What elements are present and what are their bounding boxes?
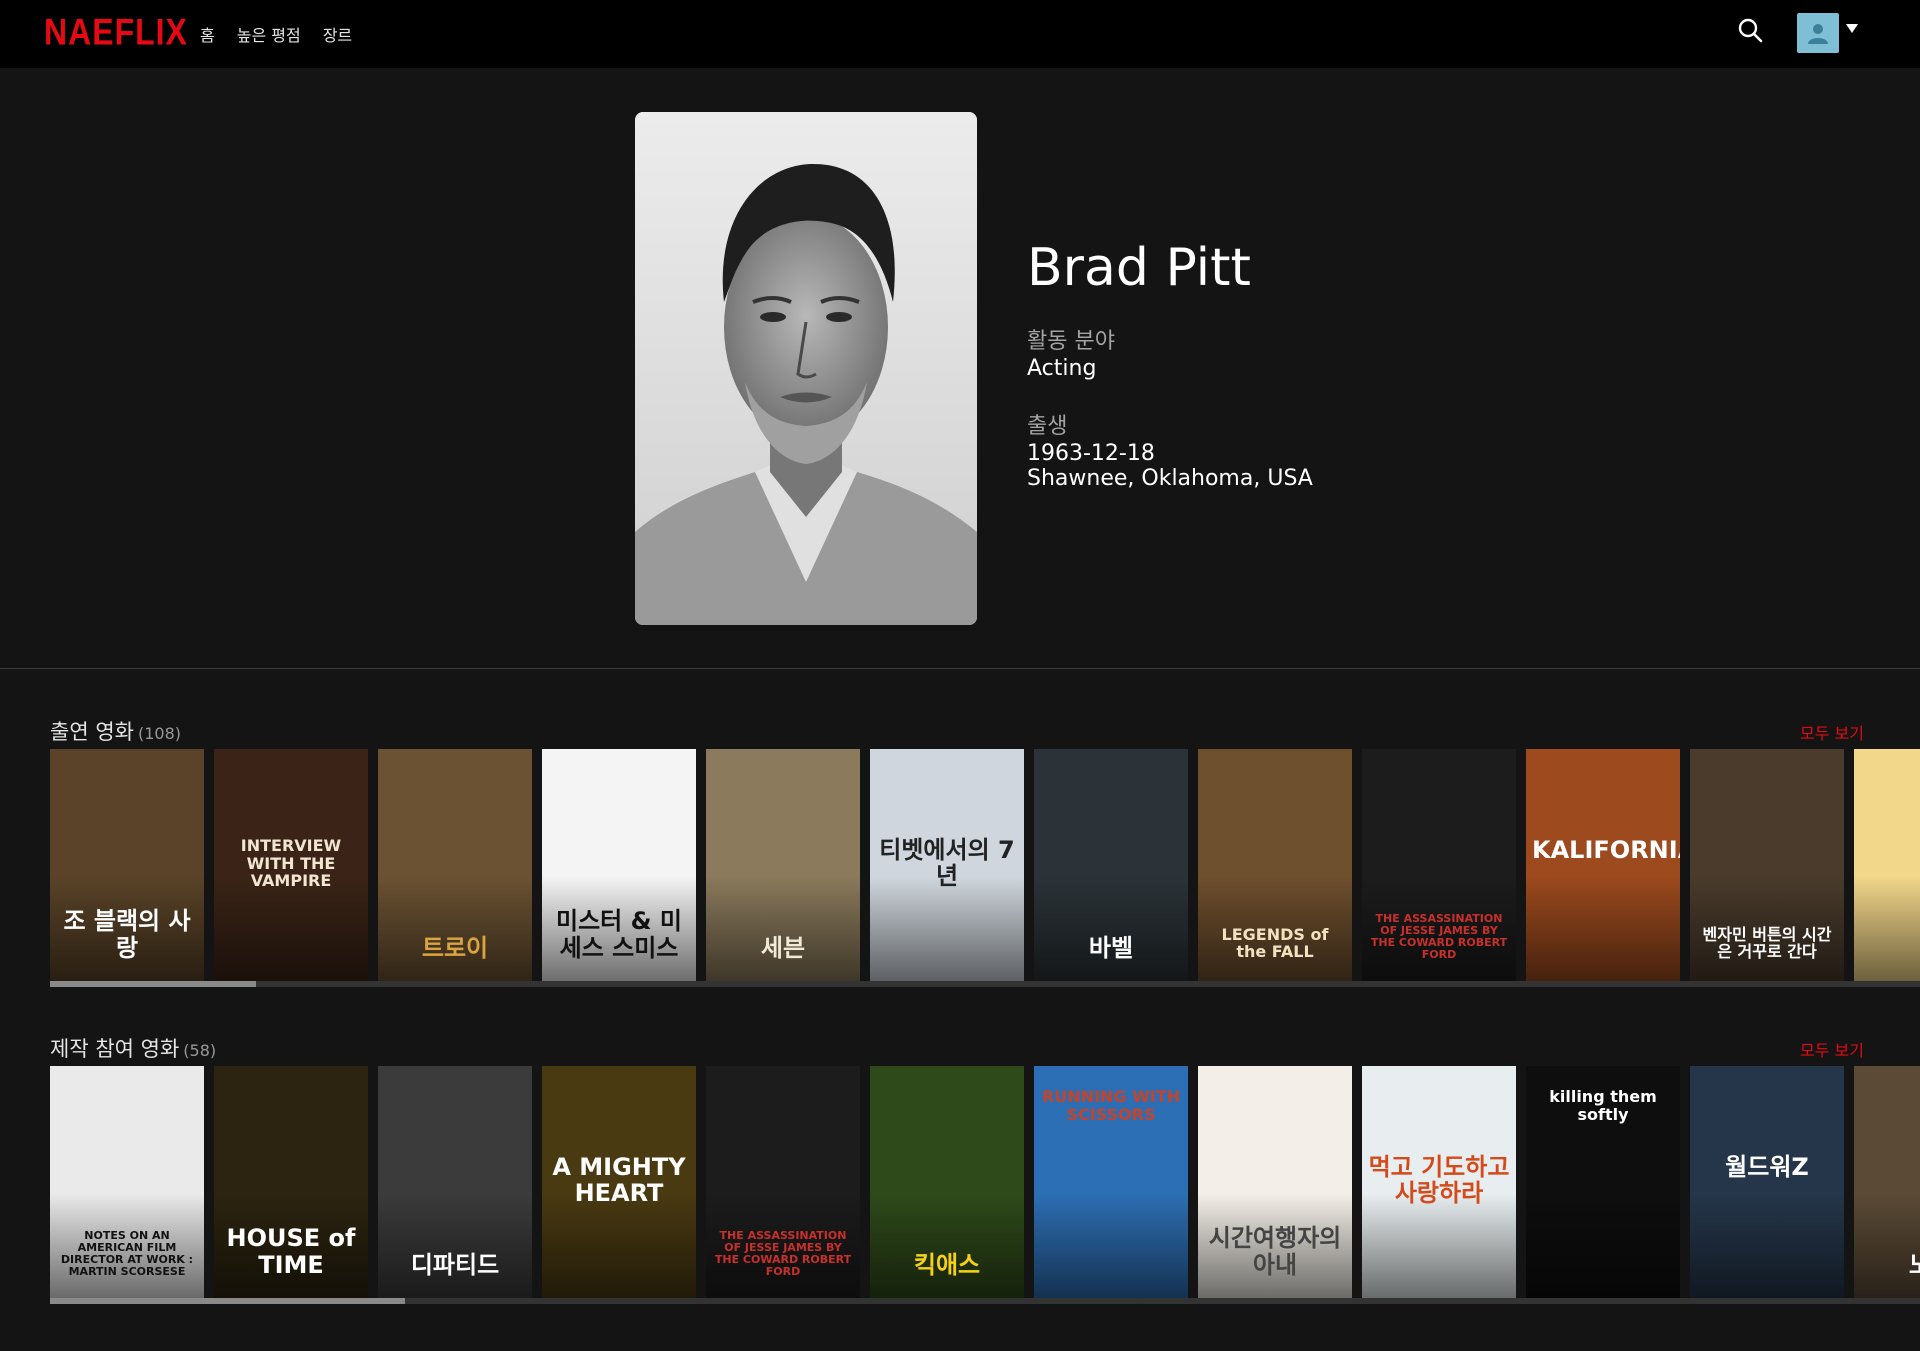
movie-poster[interactable]: 월드워Z: [1690, 1066, 1844, 1298]
movie-poster-title: A MIGHTY HEART: [552, 1153, 686, 1208]
movie-poster[interactable]: 맥: [1854, 749, 1920, 981]
movie-poster[interactable]: 디파티드: [378, 1066, 532, 1298]
movie-poster[interactable]: 세븐: [706, 749, 860, 981]
naeflix-logo[interactable]: NAEFLIX: [44, 11, 188, 54]
movie-poster-title: killing them softly: [1549, 1087, 1657, 1124]
movie-poster-title: THE ASSASSINATION OF JESSE JAMES BY THE …: [1370, 911, 1508, 961]
movie-poster[interactable]: NOTES ON AN AMERICAN FILM DIRECTOR AT WO…: [50, 1066, 204, 1298]
movie-poster-title: KALIFORNIA: [1532, 836, 1680, 864]
crew-scroll-thumb[interactable]: [50, 1298, 406, 1304]
movie-poster-title: 트로이: [421, 933, 489, 962]
movie-poster-title: THE ASSASSINATION OF JESSE JAMES BY THE …: [714, 1228, 852, 1278]
movie-poster[interactable]: 벤자민 버튼의 시간은 거꾸로 간다: [1690, 749, 1844, 981]
movie-poster[interactable]: 먹고 기도하고 사랑하라: [1362, 1066, 1516, 1298]
movie-poster-title: 벤자민 버튼의 시간은 거꾸로 간다: [1702, 924, 1832, 962]
movie-poster[interactable]: 노예: [1854, 1066, 1920, 1298]
movie-poster[interactable]: 조 블랙의 사랑: [50, 749, 204, 981]
top-navbar: NAEFLIX 홈 높은 평점 장르: [0, 0, 1920, 68]
movie-poster[interactable]: 트로이: [378, 749, 532, 981]
movie-poster[interactable]: A MIGHTY HEART: [542, 1066, 696, 1298]
cast-section-label: 출연 영화: [50, 720, 134, 744]
movie-poster-title: 시간여행자의 아내: [1208, 1224, 1342, 1279]
movie-poster-title: INTERVIEW WITH THE VAMPIRE: [240, 836, 342, 891]
movie-poster-title: 세븐: [760, 933, 806, 962]
crew-poster-row: NOTES ON AN AMERICAN FILM DIRECTOR AT WO…: [50, 1066, 1920, 1298]
born-label: 출생: [1027, 414, 1068, 439]
birthday-value: 1963-12-18: [1027, 441, 1155, 466]
movie-poster[interactable]: 킥애스: [870, 1066, 1024, 1298]
movie-poster[interactable]: HOUSE of TIME: [214, 1066, 368, 1298]
movie-poster-title: LEGENDS of the FALL: [1221, 924, 1329, 962]
movie-poster-title: 디파티드: [410, 1250, 500, 1279]
cast-see-all-link[interactable]: 모두 보기: [1800, 720, 1864, 744]
profile-photo: [635, 112, 977, 625]
crew-count: (58): [183, 1041, 217, 1060]
cast-scroll-thumb[interactable]: [50, 981, 256, 987]
movie-poster-title: 조 블랙의 사랑: [63, 907, 191, 962]
movie-poster-title: 티벳에서의 7년: [879, 836, 1015, 891]
cast-count: (108): [137, 724, 181, 743]
movie-poster-title: NOTES ON AN AMERICAN FILM DIRECTOR AT WO…: [60, 1228, 194, 1278]
search-icon[interactable]: [1736, 16, 1766, 46]
movie-poster-title: 먹고 기도하고 사랑하라: [1368, 1153, 1510, 1208]
movie-poster[interactable]: KALIFORNIA: [1526, 749, 1680, 981]
movie-poster-title: 킥애스: [913, 1250, 981, 1279]
movie-poster-title: 맥: [1860, 934, 1920, 961]
crew-scrollbar[interactable]: [50, 1298, 1920, 1304]
crew-see-all-link[interactable]: 모두 보기: [1800, 1037, 1864, 1061]
crew-section-label: 제작 참여 영화: [50, 1037, 180, 1061]
movie-poster[interactable]: THE ASSASSINATION OF JESSE JAMES BY THE …: [706, 1066, 860, 1298]
person-name: Brad Pitt: [1027, 238, 1251, 298]
movie-poster[interactable]: killing them softly: [1526, 1066, 1680, 1298]
nav-top-rated[interactable]: 높은 평점: [237, 22, 301, 46]
known-for-label: 활동 분야: [1027, 329, 1115, 354]
movie-poster-title: 미스터 & 미세스 스미스: [556, 907, 682, 962]
movie-poster[interactable]: 티벳에서의 7년: [870, 749, 1024, 981]
movie-poster-title: 노예: [1908, 1250, 1920, 1279]
movie-poster[interactable]: INTERVIEW WITH THE VAMPIRE: [214, 749, 368, 981]
known-for-value: Acting: [1027, 356, 1097, 381]
birthplace-value: Shawnee, Oklahoma, USA: [1027, 466, 1313, 491]
movie-poster[interactable]: RUNNING WITH SCISSORS: [1034, 1066, 1188, 1298]
section-divider: [0, 668, 1920, 669]
nav-home[interactable]: 홈: [200, 22, 215, 46]
movie-poster-title: 바벨: [1088, 933, 1134, 962]
movie-poster[interactable]: 미스터 & 미세스 스미스: [542, 749, 696, 981]
movie-poster-title: RUNNING WITH SCISSORS: [1041, 1087, 1181, 1124]
cast-section-title: 출연 영화 (108): [50, 716, 181, 746]
main-nav: 홈 높은 평점 장르: [200, 22, 352, 46]
movie-poster[interactable]: 바벨: [1034, 749, 1188, 981]
nav-genre[interactable]: 장르: [323, 22, 352, 46]
cast-scrollbar[interactable]: [50, 981, 1920, 987]
caret-down-icon[interactable]: [1846, 24, 1858, 33]
user-avatar-icon[interactable]: [1797, 13, 1839, 53]
movie-poster[interactable]: THE ASSASSINATION OF JESSE JAMES BY THE …: [1362, 749, 1516, 981]
movie-poster[interactable]: LEGENDS of the FALL: [1198, 749, 1352, 981]
cast-poster-row: 조 블랙의 사랑 INTERVIEW WITH THE VAMPIRE 트로이 미스터…: [50, 749, 1920, 981]
crew-section-title: 제작 참여 영화 (58): [50, 1033, 216, 1063]
movie-poster-title: HOUSE of TIME: [226, 1224, 356, 1279]
movie-poster[interactable]: 시간여행자의 아내: [1198, 1066, 1352, 1298]
movie-poster-title: 월드워Z: [1725, 1153, 1809, 1181]
